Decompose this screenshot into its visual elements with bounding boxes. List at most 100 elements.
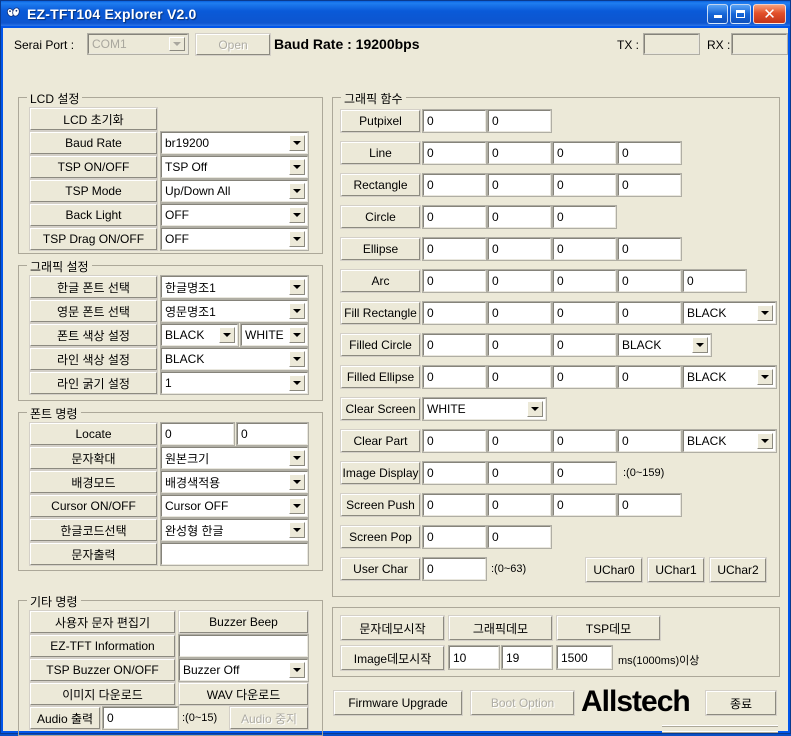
tsp-demo-button[interactable]: TSP데모: [556, 615, 661, 641]
background-mode-select[interactable]: 배경색적용: [160, 470, 309, 494]
serial-port-select[interactable]: COM1: [87, 33, 189, 55]
screen-pop-field-1[interactable]: 0: [487, 525, 552, 549]
fill-rectangle-field-1[interactable]: 0: [487, 301, 552, 325]
screen-push-field-2[interactable]: 0: [552, 493, 617, 517]
filled-ellipse-color-select[interactable]: BLACK: [682, 365, 777, 389]
char-zoom-button[interactable]: 문자확대: [29, 446, 158, 470]
tsp-onoff-select[interactable]: TSP Off: [160, 155, 309, 179]
ellipse-field-2[interactable]: 0: [552, 237, 617, 261]
clear-screen-color-select[interactable]: WHITE: [422, 397, 547, 421]
background-mode-button[interactable]: 배경모드: [29, 470, 158, 494]
clear-part-field-1[interactable]: 0: [487, 429, 552, 453]
clear-part-field-0[interactable]: 0: [422, 429, 487, 453]
fill-rectangle-field-2[interactable]: 0: [552, 301, 617, 325]
filled-ellipse-field-0[interactable]: 0: [422, 365, 487, 389]
arc-field-3[interactable]: 0: [617, 269, 682, 293]
screen-push-field-1[interactable]: 0: [487, 493, 552, 517]
uchar2-button[interactable]: UChar2: [709, 557, 767, 583]
image-display-field-0[interactable]: 0: [422, 461, 487, 485]
english-font-select[interactable]: 영문명조1: [160, 299, 309, 323]
tsp-mode-select[interactable]: Up/Down All: [160, 179, 309, 203]
screen-pop-button[interactable]: Screen Pop: [340, 525, 421, 549]
uchar1-button[interactable]: UChar1: [647, 557, 705, 583]
filled-circle-button[interactable]: Filled Circle: [340, 333, 421, 357]
exit-button[interactable]: 종료: [705, 690, 777, 716]
filled-ellipse-button[interactable]: Filled Ellipse: [340, 365, 421, 389]
rectangle-button[interactable]: Rectangle: [340, 173, 421, 197]
boot-option-button[interactable]: Boot Option: [470, 690, 575, 716]
screen-pop-field-0[interactable]: 0: [422, 525, 487, 549]
image-demo-interval-field[interactable]: 1500: [556, 645, 613, 670]
image-demo-start-button[interactable]: Image데모시작: [340, 645, 445, 671]
screen-push-button[interactable]: Screen Push: [340, 493, 421, 517]
fill-rectangle-field-3[interactable]: 0: [617, 301, 682, 325]
hangul-font-select[interactable]: 한글명조1: [160, 275, 309, 299]
line-field-2[interactable]: 0: [552, 141, 617, 165]
filled-ellipse-field-2[interactable]: 0: [552, 365, 617, 389]
screen-push-field-0[interactable]: 0: [422, 493, 487, 517]
ellipse-field-0[interactable]: 0: [422, 237, 487, 261]
image-display-button[interactable]: Image Display: [340, 461, 421, 485]
clear-part-field-3[interactable]: 0: [617, 429, 682, 453]
firmware-upgrade-button[interactable]: Firmware Upgrade: [333, 690, 463, 716]
circle-button[interactable]: Circle: [340, 205, 421, 229]
open-port-button[interactable]: Open: [195, 33, 271, 56]
filled-circle-field-0[interactable]: 0: [422, 333, 487, 357]
line-color-select[interactable]: BLACK: [160, 347, 309, 371]
image-demo-field-1[interactable]: 10: [448, 645, 500, 670]
clear-part-field-2[interactable]: 0: [552, 429, 617, 453]
clear-part-color-select[interactable]: BLACK: [682, 429, 777, 453]
line-field-1[interactable]: 0: [487, 141, 552, 165]
image-display-field-1[interactable]: 0: [487, 461, 552, 485]
fill-rectangle-field-0[interactable]: 0: [422, 301, 487, 325]
char-output-input[interactable]: [160, 542, 309, 566]
rectangle-field-2[interactable]: 0: [552, 173, 617, 197]
arc-button[interactable]: Arc: [340, 269, 421, 293]
tsp-drag-onoff-button[interactable]: TSP Drag ON/OFF: [29, 227, 158, 251]
audio-output-input[interactable]: 0: [102, 706, 179, 730]
hangul-font-button[interactable]: 한글 폰트 선택: [29, 275, 158, 299]
tsp-onoff-button[interactable]: TSP ON/OFF: [29, 155, 158, 179]
circle-field-2[interactable]: 0: [552, 205, 617, 229]
arc-field-4[interactable]: 0: [682, 269, 747, 293]
image-demo-field-2[interactable]: 19: [501, 645, 553, 670]
back-light-button[interactable]: Back Light: [29, 203, 158, 227]
line-width-button[interactable]: 라인 굵기 설정: [29, 371, 158, 395]
cursor-onoff-button[interactable]: Cursor ON/OFF: [29, 494, 158, 518]
locate-y-input[interactable]: 0: [236, 422, 309, 446]
line-color-button[interactable]: 라인 색상 설정: [29, 347, 158, 371]
screen-push-field-3[interactable]: 0: [617, 493, 682, 517]
wav-download-button[interactable]: WAV 다운로드: [178, 682, 309, 706]
fill-rectangle-color-select[interactable]: BLACK: [682, 301, 777, 325]
putpixel-field-0[interactable]: 0: [422, 109, 487, 133]
filled-ellipse-field-3[interactable]: 0: [617, 365, 682, 389]
tsp-buzzer-select[interactable]: Buzzer Off: [178, 658, 309, 682]
filled-circle-field-1[interactable]: 0: [487, 333, 552, 357]
ellipse-field-3[interactable]: 0: [617, 237, 682, 261]
line-width-select[interactable]: 1: [160, 371, 309, 395]
char-zoom-select[interactable]: 원본크기: [160, 446, 309, 470]
ellipse-field-1[interactable]: 0: [487, 237, 552, 261]
fill-rectangle-button[interactable]: Fill Rectangle: [340, 301, 421, 325]
arc-field-1[interactable]: 0: [487, 269, 552, 293]
arc-field-0[interactable]: 0: [422, 269, 487, 293]
user-char-button[interactable]: User Char: [340, 557, 421, 581]
back-light-select[interactable]: OFF: [160, 203, 309, 227]
circle-field-0[interactable]: 0: [422, 205, 487, 229]
eztft-information-button[interactable]: EZ-TFT Information: [29, 634, 176, 658]
char-output-button[interactable]: 문자출력: [29, 542, 158, 566]
tsp-buzzer-onoff-button[interactable]: TSP Buzzer ON/OFF: [29, 658, 176, 682]
rectangle-field-0[interactable]: 0: [422, 173, 487, 197]
circle-field-1[interactable]: 0: [487, 205, 552, 229]
graphic-demo-button[interactable]: 그래픽데모: [448, 615, 553, 641]
tsp-drag-onoff-select[interactable]: OFF: [160, 227, 309, 251]
font-color-fg-select[interactable]: BLACK: [160, 323, 239, 347]
font-color-bg-select[interactable]: WHITE: [240, 323, 309, 347]
filled-ellipse-field-1[interactable]: 0: [487, 365, 552, 389]
line-field-0[interactable]: 0: [422, 141, 487, 165]
hangul-code-select[interactable]: 완성형 한글: [160, 518, 309, 542]
locate-button[interactable]: Locate: [29, 422, 158, 446]
baud-rate-select[interactable]: br19200: [160, 131, 309, 155]
english-font-button[interactable]: 영문 폰트 선택: [29, 299, 158, 323]
rectangle-field-3[interactable]: 0: [617, 173, 682, 197]
